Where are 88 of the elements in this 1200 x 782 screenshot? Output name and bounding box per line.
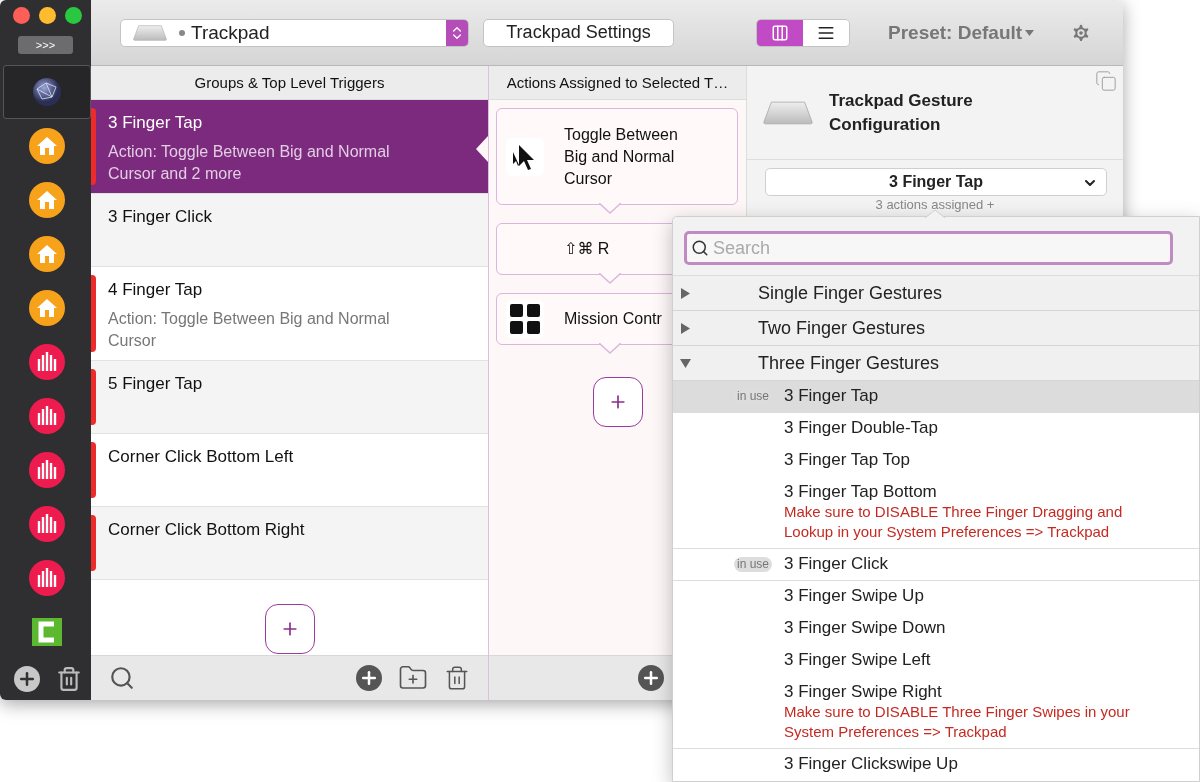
- card-pointer: [599, 273, 621, 284]
- action-card[interactable]: Toggle Between Big and Normal Cursor: [496, 108, 738, 205]
- plus-icon: [359, 668, 379, 688]
- trigger-title: 3 Finger Tap: [108, 113, 204, 133]
- bar-chart-icon: [29, 560, 65, 596]
- gesture-item[interactable]: 3 Finger Clickswipe Up: [673, 749, 1199, 781]
- minimize-button[interactable]: [38, 7, 56, 24]
- triangle-right-icon: [680, 322, 691, 334]
- gesture-group[interactable]: Two Finger Gestures: [673, 311, 1199, 346]
- search-icon: [691, 239, 709, 257]
- gesture-label: 3 Finger Swipe Up: [784, 586, 924, 606]
- triangle-down-icon: [680, 357, 691, 369]
- globe-icon: [32, 77, 62, 107]
- triangle-right-icon: [680, 287, 691, 299]
- trash-icon[interactable]: [444, 665, 470, 691]
- app-logo-icon: [32, 618, 62, 646]
- trigger-action: Action: Toggle Between Big and Normal Cursor and 2 more: [108, 142, 391, 184]
- add-action-button[interactable]: [592, 377, 643, 427]
- trackpad-settings-button[interactable]: Trackpad Settings: [483, 18, 674, 47]
- bar-chart-icon: [29, 398, 65, 434]
- gesture-item[interactable]: 3 Finger Swipe Down: [673, 613, 1199, 645]
- trigger-row[interactable]: Corner Click Bottom Right: [91, 507, 488, 580]
- trigger-row[interactable]: 3 Finger Click: [91, 194, 488, 267]
- gesture-label: 3 Finger Swipe Down: [784, 618, 946, 638]
- action-title: ⇧⌘ R: [564, 239, 610, 259]
- trigger-row[interactable]: 5 Finger Tap: [91, 361, 488, 434]
- search-field[interactable]: Search: [684, 231, 1173, 265]
- gesture-label: 3 Finger Swipe Left: [784, 650, 931, 670]
- column-header: Actions Assigned to Selected T…: [489, 66, 746, 100]
- add-button[interactable]: [356, 665, 382, 691]
- trigger-title: Corner Click Bottom Right: [108, 520, 305, 540]
- trigger-title: Corner Click Bottom Left: [108, 447, 294, 467]
- add-app-button[interactable]: [13, 666, 40, 692]
- house-icon: [29, 290, 65, 326]
- search-icon[interactable]: [109, 665, 135, 691]
- gesture-item[interactable]: 3 Finger Tap Bottom Make sure to DISABLE Three Finger Dragging and Lookup in your System Preferences => Trackpad: [673, 477, 1199, 549]
- expand-button[interactable]: >>>: [18, 36, 73, 54]
- gesture-item[interactable]: 3 Finger Tap Top: [673, 445, 1199, 477]
- gesture-select[interactable]: 3 Finger Tap: [765, 168, 1107, 196]
- zoom-button[interactable]: [64, 7, 82, 24]
- action-title: Toggle Between Big and Normal Cursor: [564, 124, 679, 189]
- in-use-tag: in use: [733, 557, 772, 572]
- bar-chart-icon: [29, 452, 65, 488]
- warning-text: Make sure to DISABLE Three Finger Swipes in your System Preferences => Trackpad: [784, 702, 1131, 742]
- gesture-item[interactable]: 3 Finger Swipe Left: [673, 645, 1199, 677]
- gesture-label: 3 Finger Clickswipe Up: [784, 754, 958, 774]
- config-title: Trackpad Gesture Configuration: [829, 89, 974, 136]
- trackpad-icon: [133, 24, 167, 41]
- action-title: Mission Contr: [564, 309, 662, 329]
- column-header: Groups & Top Level Triggers: [91, 66, 488, 100]
- gesture-label: 3 Finger Tap Top: [784, 450, 910, 470]
- gesture-item[interactable]: in use 3 Finger Click: [673, 549, 1199, 581]
- card-pointer: [599, 203, 621, 214]
- gesture-group[interactable]: Single Finger Gestures: [673, 276, 1199, 311]
- view-mode-button[interactable]: [803, 19, 849, 46]
- device-select[interactable]: Trackpad: [120, 18, 469, 47]
- bar-chart-icon: [29, 506, 65, 542]
- warning-text: Make sure to DISABLE Three Finger Dragging and Lookup in your System Preferences => Trackpad: [784, 502, 1124, 542]
- trash-icon[interactable]: [55, 666, 82, 692]
- trigger-row[interactable]: 3 Finger Tap Action: Toggle Between Big and Normal Cursor and 2 more: [91, 100, 488, 194]
- trackpad-icon: [763, 100, 813, 125]
- close-button[interactable]: [12, 7, 30, 24]
- gesture-label: 3 Finger Click: [784, 554, 888, 574]
- assigned-count: 3 actions assigned +: [875, 197, 995, 212]
- card-pointer: [599, 343, 621, 354]
- gesture-item[interactable]: 3 Finger Swipe Right Make sure to DISABLE Three Finger Swipes in your System Preferences => Trackpad: [673, 677, 1199, 749]
- grid-icon: [509, 303, 541, 335]
- gesture-group[interactable]: Three Finger Gestures: [673, 346, 1199, 381]
- bar-chart-icon: [29, 344, 65, 380]
- house-icon: [29, 236, 65, 272]
- add-button[interactable]: [638, 665, 664, 691]
- gesture-label: 3 Finger Swipe Right: [784, 682, 943, 702]
- trigger-title: 4 Finger Tap: [108, 280, 204, 300]
- gesture-label: 3 Finger Double-Tap: [784, 418, 939, 438]
- gesture-item[interactable]: 3 Finger Swipe Up: [673, 581, 1199, 613]
- gesture-item[interactable]: 3 Finger Double-Tap: [673, 413, 1199, 445]
- caret-icon: [1025, 29, 1035, 36]
- plus-icon: [641, 668, 661, 688]
- house-icon: [29, 182, 65, 218]
- gesture-label: 3 Finger Tap Bottom: [784, 482, 938, 502]
- trigger-title: 5 Finger Tap: [108, 374, 203, 394]
- gesture-label: 3 Finger Tap: [784, 386, 879, 406]
- gesture-item[interactable]: in use 3 Finger Tap: [673, 381, 1199, 413]
- trigger-action: Action: Toggle Between Big and Normal Cursor: [108, 309, 391, 351]
- trigger-title: 3 Finger Click: [108, 207, 212, 227]
- columns-icon: [771, 23, 789, 42]
- add-trigger-button[interactable]: [264, 604, 315, 654]
- house-icon: [29, 128, 65, 164]
